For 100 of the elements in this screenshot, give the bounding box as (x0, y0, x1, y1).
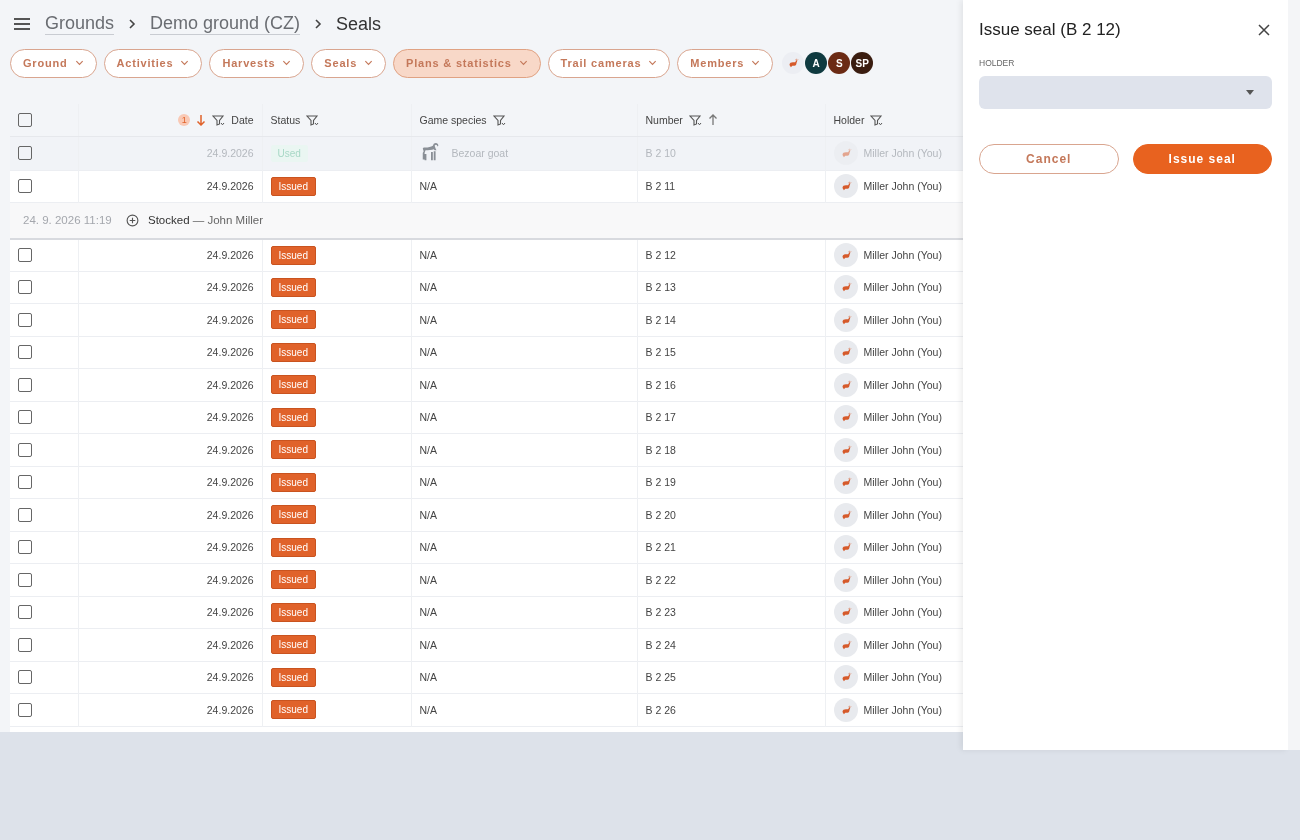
caret-icon (751, 60, 761, 66)
seal-number-cell: B 2 23 (645, 606, 676, 619)
caret-icon (518, 60, 528, 66)
column-header[interactable]: Status (270, 113, 301, 126)
holder-cell: Miller John (You) (863, 180, 942, 193)
cancel-button[interactable]: Cancel (979, 144, 1119, 174)
nav-menu-button[interactable]: Plans & statistics (393, 48, 541, 78)
checkbox[interactable] (18, 572, 32, 587)
status-badge: Issued (270, 700, 316, 720)
date-cell: 24.9.2026 (206, 508, 254, 521)
seal-number-cell: B 2 10 (645, 147, 676, 159)
user-avatar[interactable] (782, 52, 805, 74)
checkbox[interactable] (18, 410, 32, 425)
checkbox[interactable] (18, 637, 32, 652)
checkbox[interactable] (18, 702, 32, 717)
column-header[interactable]: Game species (419, 113, 487, 126)
species-cell: N/A (419, 638, 437, 651)
nav-menu-button[interactable]: Members (677, 48, 774, 78)
date-cell: 24.9.2026 (206, 281, 254, 294)
close-button[interactable] (1256, 22, 1272, 38)
holder-cell: Miller John (You) (863, 573, 942, 586)
holder-cell: Miller John (You) (863, 703, 942, 716)
species-cell: N/A (419, 346, 437, 359)
checkbox[interactable] (18, 442, 32, 457)
date-cell: 24.9.2026 (206, 147, 254, 159)
user-avatar[interactable]: SP (851, 52, 874, 74)
panel-title: Issue seal (B 2 12) (979, 20, 1121, 40)
column-header[interactable]: Date (231, 113, 254, 126)
checkbox[interactable] (18, 112, 32, 127)
species-cell: N/A (419, 508, 437, 521)
seal-number-cell: B 2 18 (645, 443, 676, 456)
checkbox[interactable] (18, 540, 32, 555)
date-cell: 24.9.2026 (206, 313, 254, 326)
seal-number-cell: B 2 21 (645, 541, 676, 554)
nav-menu-button[interactable]: Seals (311, 48, 387, 78)
species-cell: N/A (419, 476, 437, 489)
species-cell: N/A (419, 606, 437, 619)
holder-cell: Miller John (You) (863, 346, 942, 359)
status-badge: Issued (270, 310, 316, 330)
species-cell: N/A (419, 703, 437, 716)
caret-icon (364, 60, 374, 66)
checkbox[interactable] (18, 280, 32, 295)
issue-button[interactable]: Issue seal (1132, 144, 1272, 174)
checkbox[interactable] (18, 179, 32, 194)
breadcrumb-link[interactable]: Grounds (45, 13, 115, 35)
user-avatar[interactable]: A (805, 52, 828, 74)
date-cell: 24.9.2026 (206, 703, 254, 716)
holder-cell: Miller John (You) (863, 281, 942, 294)
date-cell: 24.9.2026 (206, 573, 254, 586)
holder-cell: Miller John (You) (863, 147, 942, 159)
date-cell: 24.9.2026 (206, 346, 254, 359)
breadcrumb-link[interactable]: Demo ground (CZ) (150, 13, 301, 35)
nav-menu-button[interactable]: Activities (103, 48, 203, 78)
date-cell: 24.9.2026 (206, 671, 254, 684)
status-badge: Issued (270, 635, 316, 655)
column-header[interactable]: Holder (833, 113, 865, 126)
status-badge: Issued (270, 375, 316, 395)
date-cell: 24.9.2026 (206, 411, 254, 424)
species-cell: N/A (419, 281, 437, 294)
nav-menu-button[interactable]: Ground (10, 48, 97, 78)
date-cell: 24.9.2026 (206, 180, 254, 193)
checkbox[interactable] (18, 507, 32, 522)
status-badge: Issued (270, 245, 316, 265)
date-cell: 24.9.2026 (206, 378, 254, 391)
status-badge: Issued (270, 472, 316, 492)
holder-cell: Miller John (You) (863, 313, 942, 326)
status-badge: Issued (270, 570, 316, 590)
user-avatar[interactable]: S (828, 52, 851, 74)
checkbox[interactable] (18, 475, 32, 490)
seal-number-cell: B 2 11 (645, 180, 676, 193)
nav-menu-button[interactable]: Trail cameras (547, 48, 671, 78)
seal-number-cell: B 2 16 (645, 378, 676, 391)
holder-cell: Miller John (You) (863, 249, 942, 261)
add-circle-icon (126, 213, 139, 227)
seal-number-cell: B 2 14 (645, 313, 676, 326)
holder-cell: Miller John (You) (863, 606, 942, 619)
nav-menu-button[interactable]: Harvests (209, 48, 305, 78)
chevron-right-icon (314, 18, 323, 30)
date-cell: 24.9.2026 (206, 443, 254, 456)
checkbox[interactable] (18, 345, 32, 360)
species-cell: N/A (419, 313, 437, 326)
column-header[interactable]: Number (645, 113, 683, 126)
status-badge: Used (270, 144, 308, 162)
group-timestamp: 24. 9. 2026 11:19 (23, 214, 113, 227)
checkbox[interactable] (18, 248, 32, 263)
seal-number-cell: B 2 15 (645, 346, 676, 359)
checkbox[interactable] (18, 312, 32, 327)
checkbox[interactable] (18, 670, 32, 685)
holder-cell: Miller John (You) (863, 443, 942, 456)
status-badge: Issued (270, 440, 316, 460)
checkbox[interactable] (18, 605, 32, 620)
caret-icon (282, 60, 292, 66)
seal-number-cell: B 2 13 (645, 281, 676, 294)
species-cell: N/A (419, 443, 437, 456)
close-icon (1258, 24, 1270, 36)
species-cell: N/A (419, 541, 437, 554)
status-badge: Issued (270, 667, 316, 687)
checkbox[interactable] (18, 146, 32, 161)
checkbox[interactable] (18, 377, 32, 392)
sort-rank-badge: 1 (178, 113, 191, 126)
